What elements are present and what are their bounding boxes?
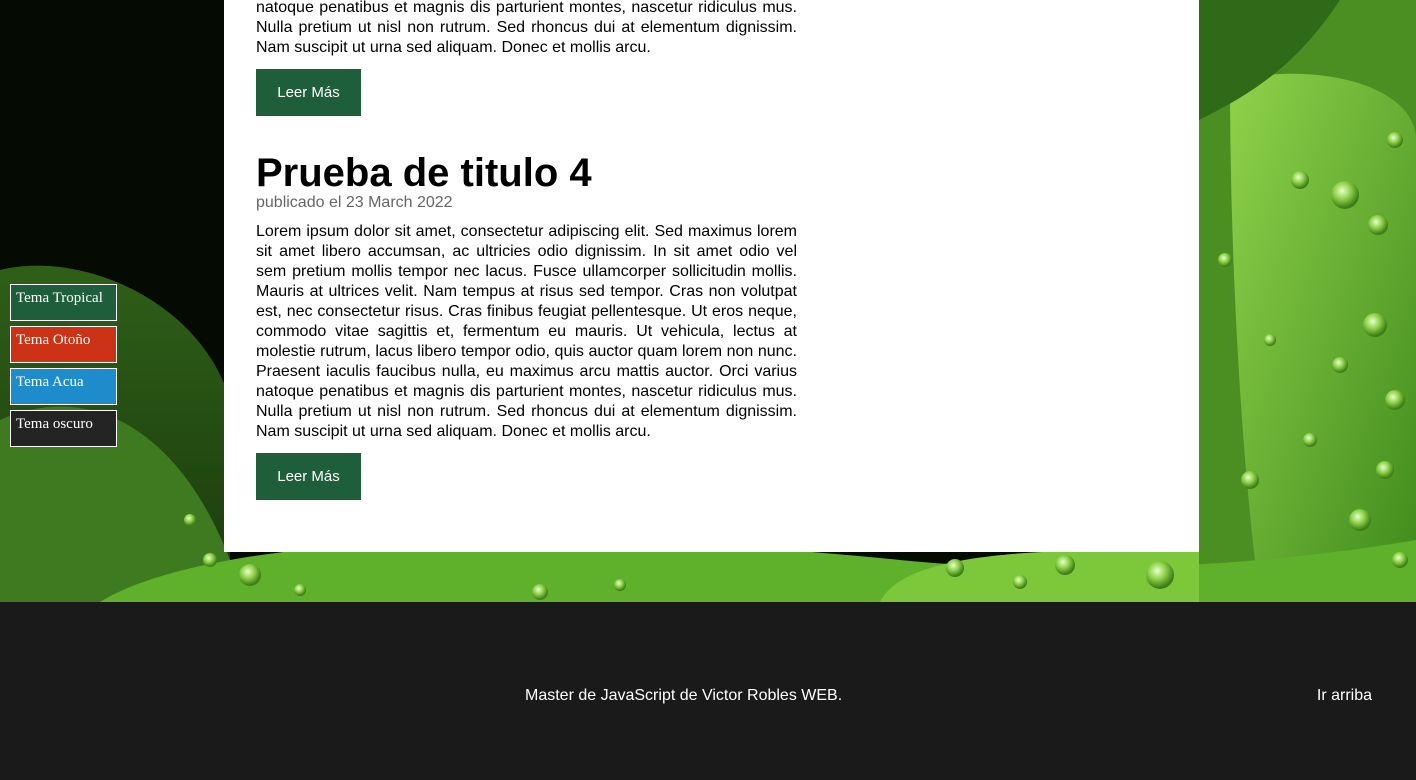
theme-tropical-button[interactable]: Tema Tropical [10,284,117,321]
theme-switcher: Tema Tropical Tema Otoño Tema Acua Tema … [10,284,117,452]
footer-text: Master de JavaScript de Victor Robles WE… [525,687,843,704]
post-body: natoque penatibus et magnis dis parturie… [256,0,797,56]
theme-oscuro-button[interactable]: Tema oscuro [10,410,117,447]
read-more-button[interactable]: Leer Más [256,453,361,500]
read-more-button[interactable]: Leer Más [256,69,361,116]
theme-otono-button[interactable]: Tema Otoño [10,326,117,363]
theme-acua-button[interactable]: Tema Acua [10,368,117,405]
posts-container: natoque penatibus et magnis dis parturie… [224,0,1199,552]
post-title[interactable]: Prueba de titulo 4 [256,150,592,196]
post-date: publicado el 23 March 2022 [256,194,453,211]
post-body: Lorem ipsum dolor sit amet, consectetur … [256,223,797,440]
footer: Master de JavaScript de Victor Robles WE… [0,602,1416,780]
scroll-to-top-link[interactable]: Ir arriba [1317,687,1372,705]
